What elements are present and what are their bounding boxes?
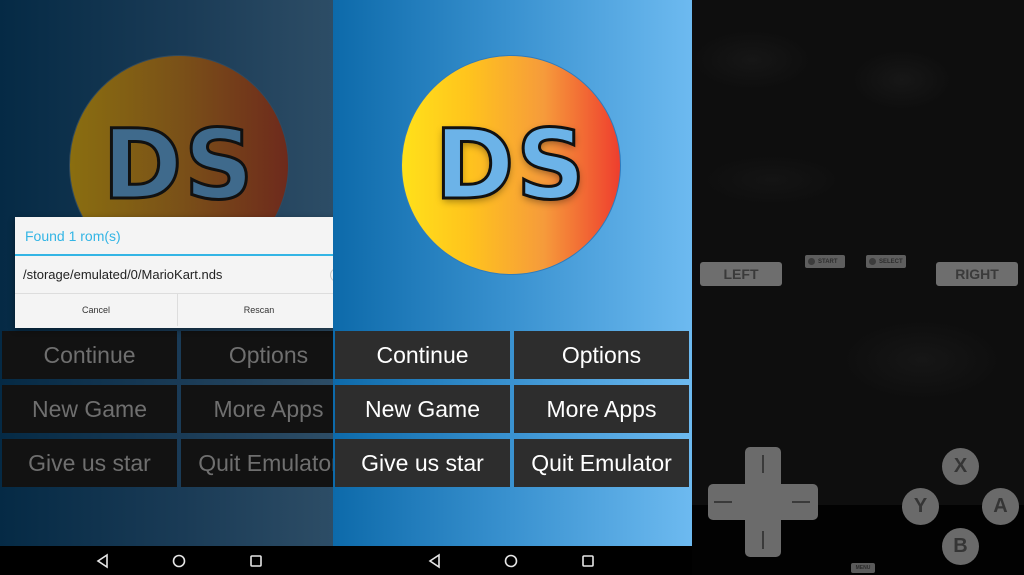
select-label: SELECT — [879, 258, 903, 265]
screen-game: LEFT RIGHT START SELECT X Y A B MENU — [692, 0, 1024, 575]
select-dot-icon — [869, 258, 876, 265]
dpad-right-mark-icon — [792, 501, 810, 503]
home-icon[interactable] — [171, 553, 187, 569]
give-us-star-button[interactable]: Give us star — [2, 439, 177, 487]
recents-icon[interactable] — [580, 553, 596, 569]
home-icon[interactable] — [503, 553, 519, 569]
dpad-up-mark-icon — [762, 455, 764, 473]
logo-text: DS — [101, 109, 256, 221]
quit-emulator-button[interactable]: Quit Emulator — [514, 439, 689, 487]
cancel-button[interactable]: Cancel — [15, 294, 177, 326]
new-game-button[interactable]: New Game — [335, 385, 510, 433]
give-us-star-button[interactable]: Give us star — [335, 439, 510, 487]
main-menu-grid: Continue Options New Game More Apps Give… — [2, 331, 333, 487]
right-shoulder-button[interactable]: RIGHT — [936, 262, 1018, 286]
options-button[interactable]: Options — [181, 331, 333, 379]
start-dot-icon — [808, 258, 815, 265]
rescan-button[interactable]: Rescan — [177, 294, 333, 326]
dpad[interactable] — [708, 447, 818, 557]
more-apps-button[interactable]: More Apps — [514, 385, 689, 433]
select-button[interactable]: SELECT — [866, 255, 906, 268]
rom-path: /storage/emulated/0/MarioKart.nds — [23, 267, 223, 282]
continue-button[interactable]: Continue — [2, 331, 177, 379]
dialog-title: Found 1 rom(s) — [15, 217, 333, 256]
start-label: START — [818, 258, 838, 265]
android-navbar — [0, 546, 333, 575]
y-button[interactable]: Y — [902, 488, 939, 525]
screen-main-menu: DS Continue Options New Game More Apps G… — [333, 0, 692, 575]
more-apps-button[interactable]: More Apps — [181, 385, 333, 433]
options-button[interactable]: Options — [514, 331, 689, 379]
logo-text: DS — [433, 109, 588, 221]
menu-button[interactable]: MENU — [851, 563, 875, 573]
rom-dialog: Found 1 rom(s) /storage/emulated/0/Mario… — [15, 217, 333, 328]
recents-icon[interactable] — [248, 553, 264, 569]
b-button[interactable]: B — [942, 528, 979, 565]
game-screen — [692, 0, 1024, 505]
continue-button[interactable]: Continue — [335, 331, 510, 379]
a-button[interactable]: A — [982, 488, 1019, 525]
dpad-left-mark-icon — [714, 501, 732, 503]
start-button[interactable]: START — [805, 255, 845, 268]
dialog-actions: Cancel Rescan — [15, 294, 333, 326]
new-game-button[interactable]: New Game — [2, 385, 177, 433]
ds-logo: DS — [401, 55, 621, 275]
rom-list-item[interactable]: /storage/emulated/0/MarioKart.nds — [15, 256, 333, 294]
x-button[interactable]: X — [942, 448, 979, 485]
dpad-down-mark-icon — [762, 531, 764, 549]
left-shoulder-button[interactable]: LEFT — [700, 262, 782, 286]
back-icon[interactable] — [427, 553, 443, 569]
back-icon[interactable] — [95, 553, 111, 569]
android-navbar — [333, 546, 692, 575]
quit-emulator-button[interactable]: Quit Emulator — [181, 439, 333, 487]
screen-rom-dialog: DS Continue Options New Game More Apps G… — [0, 0, 333, 575]
main-menu-grid: Continue Options New Game More Apps Give… — [335, 331, 690, 487]
